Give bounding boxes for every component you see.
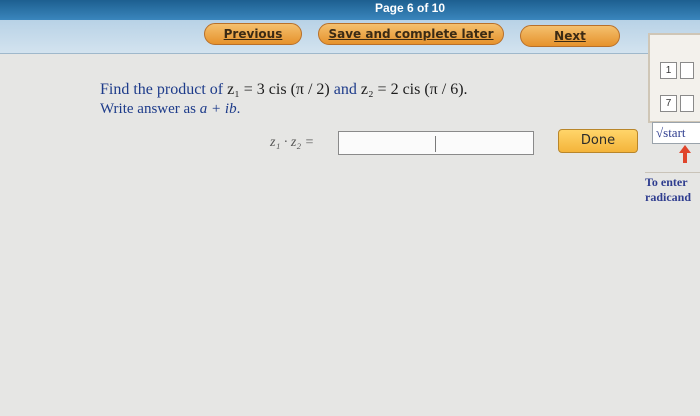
palette-key-1[interactable]: 1 <box>660 62 677 79</box>
prompt-prefix: Find the product of <box>100 81 228 98</box>
z1-expression: z₁ = 3 cis (π / 2) <box>227 81 330 98</box>
z2-expression: z₂ = 2 cis (π / 6). <box>360 81 468 98</box>
top-band: Page 6 of 10 <box>0 0 700 20</box>
answer-form: a + ib <box>199 101 237 117</box>
done-button[interactable]: Done <box>558 129 638 153</box>
previous-button[interactable]: Previous <box>204 23 302 45</box>
answer-label: z₁ · z₂ = <box>270 135 315 150</box>
save-and-complete-later-button[interactable]: Save and complete later <box>318 23 504 45</box>
question-line-2: Write answer as a + ib. <box>100 101 620 118</box>
palette-key-7[interactable]: 7 <box>660 95 677 112</box>
palette-key[interactable] <box>680 95 694 112</box>
red-up-arrow-icon <box>679 145 691 163</box>
sqrt-start-button[interactable]: √start <box>652 122 700 144</box>
radicand-hint: To enter radicand <box>645 172 700 205</box>
math-palette: 1 7 <box>648 33 700 123</box>
question-text: Find the product of z₁ = 3 cis (π / 2) a… <box>100 81 620 118</box>
and-text: and <box>329 81 361 98</box>
answer-input[interactable] <box>338 131 534 155</box>
line2-prefix: Write answer as <box>100 101 200 117</box>
text-caret <box>435 136 436 152</box>
question-line-1: Find the product of z₁ = 3 cis (π / 2) a… <box>100 81 620 99</box>
hint-line-2: radicand <box>645 190 692 204</box>
hint-line-1: To enter <box>645 175 688 189</box>
page-indicator: Page 6 of 10 <box>374 1 446 15</box>
question-area: Find the product of z₁ = 3 cis (π / 2) a… <box>0 55 700 416</box>
next-button[interactable]: Next <box>520 25 620 47</box>
line2-suffix: . <box>236 101 241 117</box>
palette-key[interactable] <box>680 62 694 79</box>
